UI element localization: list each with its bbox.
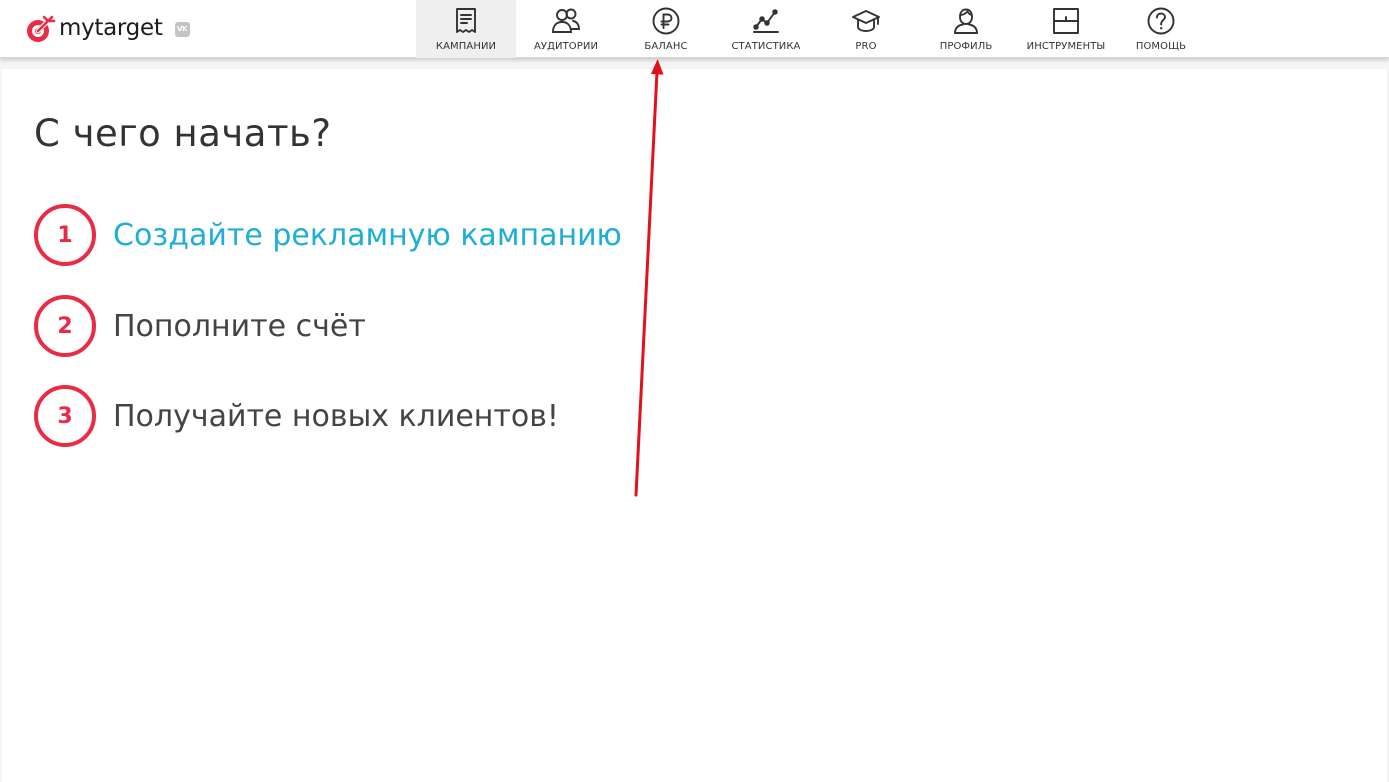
step-get-clients: 3 Получайте новых клиентов!: [34, 385, 559, 447]
nav-label: ИНСТРУМЕНТЫ: [1026, 41, 1106, 52]
nav-item-tools[interactable]: ИНСТРУМЕНТЫ: [1016, 0, 1116, 58]
page-title: С чего начать?: [34, 112, 332, 155]
nav-label: КАМПАНИИ: [435, 41, 497, 52]
audiences-icon: [552, 8, 580, 33]
nav-label: АУДИТОРИИ: [533, 41, 599, 52]
nav-label: PRO: [855, 41, 877, 52]
create-campaign-link[interactable]: Создайте рекламную кампанию: [113, 218, 622, 253]
nav-item-campaigns[interactable]: КАМПАНИИ: [416, 0, 516, 58]
profile-icon: [954, 8, 978, 34]
ruble-icon: [652, 7, 680, 35]
nav-item-statistics[interactable]: СТАТИСТИКА: [716, 0, 816, 58]
nav-label: БАЛАНС: [644, 41, 688, 52]
step-create-campaign: 1 Создайте рекламную кампанию: [34, 204, 622, 266]
step-number-badge: 3: [34, 385, 96, 447]
nav-item-pro[interactable]: PRO: [816, 0, 916, 58]
step-top-up-balance: 2 Пополните счёт: [34, 295, 366, 357]
nav-item-balance[interactable]: БАЛАНС: [616, 0, 716, 58]
step-text: Пополните счёт: [113, 308, 366, 344]
nav-label: ПРОФИЛЬ: [939, 41, 993, 52]
tools-icon: [1053, 8, 1079, 34]
nav-item-profile[interactable]: ПРОФИЛЬ: [916, 0, 1016, 58]
nav-label: ПОМОЩЬ: [1135, 41, 1187, 52]
nav-item-help[interactable]: ПОМОЩЬ: [1116, 0, 1206, 58]
step-text: Получайте новых клиентов!: [113, 398, 559, 434]
vk-badge: VK: [174, 21, 190, 37]
graduation-cap-icon: [852, 10, 880, 32]
mytarget-logo[interactable]: mytarget VK: [24, 12, 190, 46]
statistics-icon: [753, 9, 779, 33]
target-logo-icon: [27, 15, 56, 42]
main-nav: КАМПАНИИ АУДИТОРИИ БАЛАНС СТАТИСТИКА PRO…: [416, 0, 1206, 58]
top-header: mytarget VK КАМПАНИИ АУДИТОРИИ БАЛАНС СТ…: [0, 0, 1389, 58]
help-icon: [1147, 7, 1175, 35]
logo-text: mytarget: [59, 15, 163, 41]
nav-label: СТАТИСТИКА: [731, 41, 801, 52]
campaigns-icon: [456, 8, 476, 33]
step-number-badge: 2: [34, 295, 96, 357]
nav-item-audiences[interactable]: АУДИТОРИИ: [516, 0, 616, 58]
step-number-badge: 1: [34, 204, 96, 266]
